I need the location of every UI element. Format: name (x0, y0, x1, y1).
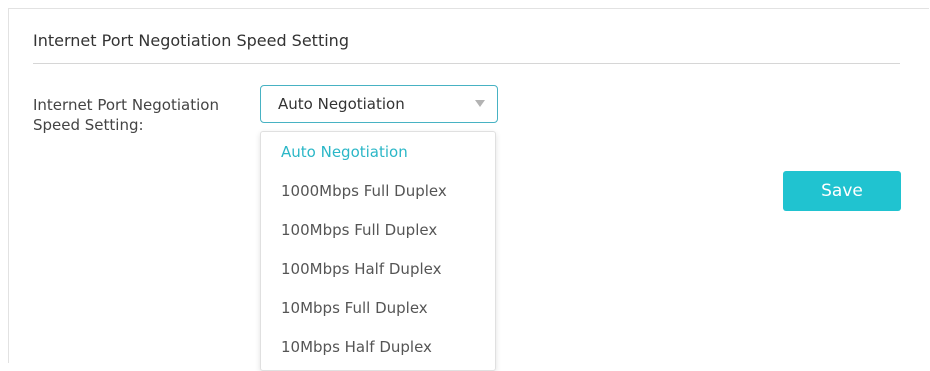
negotiation-speed-dropdown: Auto Negotiation 1000Mbps Full Duplex 10… (260, 131, 496, 371)
option-100mbps-half-duplex[interactable]: 100Mbps Half Duplex (281, 260, 441, 278)
option-10mbps-full-duplex[interactable]: 10Mbps Full Duplex (281, 299, 428, 317)
option-1000mbps-full-duplex[interactable]: 1000Mbps Full Duplex (281, 182, 447, 200)
save-button[interactable]: Save (783, 171, 901, 211)
chevron-down-icon (475, 100, 485, 107)
option-100mbps-full-duplex[interactable]: 100Mbps Full Duplex (281, 221, 437, 239)
option-10mbps-half-duplex[interactable]: 10Mbps Half Duplex (281, 338, 432, 356)
section-title: Internet Port Negotiation Speed Setting (33, 31, 349, 50)
option-auto-negotiation[interactable]: Auto Negotiation (281, 143, 408, 161)
divider (33, 63, 900, 64)
negotiation-speed-select[interactable]: Auto Negotiation (260, 85, 498, 123)
negotiation-speed-label: Internet Port Negotiation Speed Setting: (33, 96, 219, 134)
select-current-value: Auto Negotiation (278, 95, 405, 113)
